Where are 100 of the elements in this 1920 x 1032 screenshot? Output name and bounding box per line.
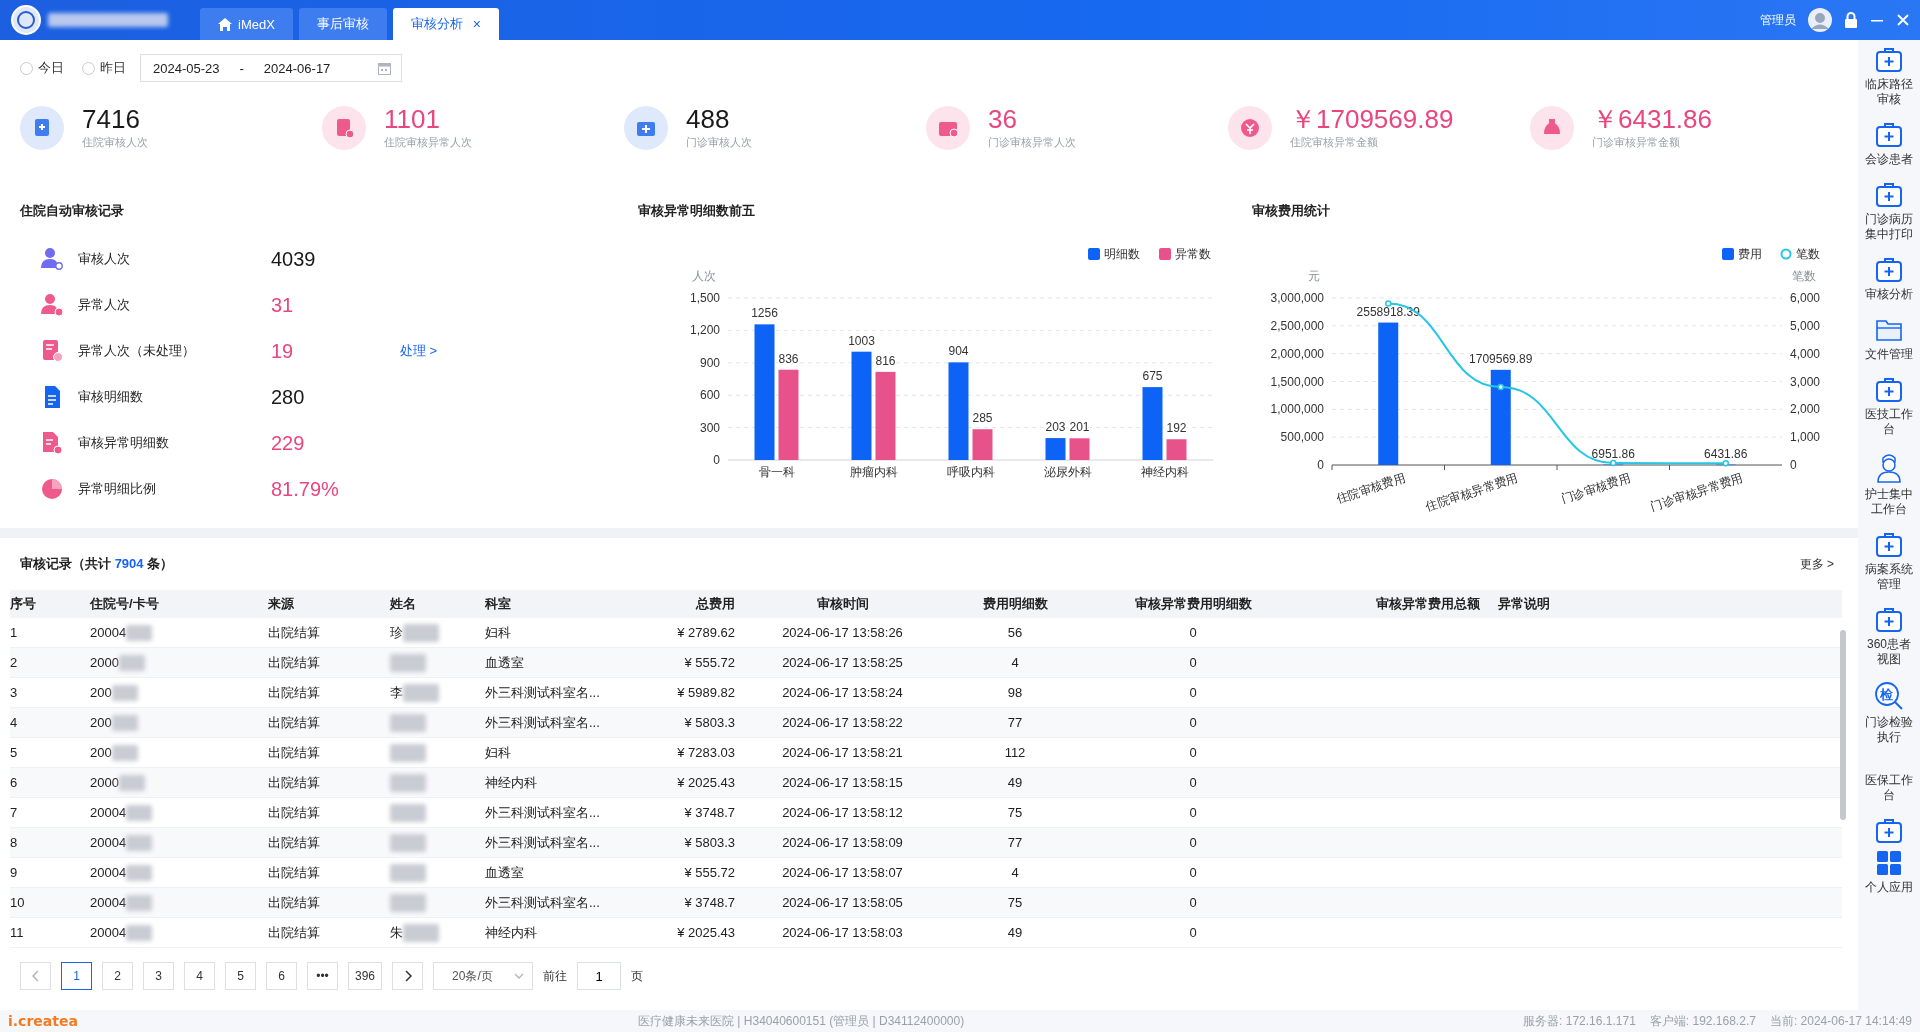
category-label: 住院审核异常费用 [1424, 470, 1520, 514]
axis-tick-label: 1,000 [1790, 430, 1821, 445]
table-cell-text: ¥ 2025.43 [676, 775, 735, 790]
table-cell-text: 妇科 [485, 743, 512, 762]
table-cell-text: 出院结算 [268, 653, 321, 672]
section-title: 审核记录（共计 7904 条） [20, 555, 174, 573]
table-cell-text: 10 [10, 895, 26, 910]
table-cell-text: 神经内科 [485, 773, 538, 792]
legend-label: 笔数 [1796, 247, 1820, 261]
column-header: 审核异常费用明细数 [1133, 595, 1253, 613]
column-header: 异常说明 [1497, 595, 1551, 613]
table-cell: 李 [390, 683, 403, 702]
stat-value: 488 [686, 104, 731, 134]
brand-logo: i.createa [8, 1013, 79, 1029]
data-label: 836 [778, 351, 799, 366]
axis-tick-label: 6,000 [1790, 291, 1821, 305]
table-cell: 200 [90, 745, 112, 760]
table-cell-text: 出院结算 [268, 713, 321, 732]
table-cell-text: 0 [1188, 625, 1198, 640]
table-cell-text: 2 [10, 655, 19, 670]
table-cell-text: 0 [1188, 805, 1198, 820]
table-cell-text: ¥ 2789.62 [676, 625, 735, 640]
table-cell-text: 75 [1006, 805, 1024, 820]
table-cell-text: 2024-06-17 13:58:09 [781, 835, 904, 850]
table-cell: 20004 [90, 925, 127, 940]
table-cell-text: 6 [10, 775, 19, 790]
goto-label: 前往 [543, 967, 568, 985]
data-label: 285 [972, 411, 993, 426]
panel-title: 住院自动审核记录 [20, 202, 125, 220]
category-label: 神经内科 [1140, 465, 1189, 479]
table-cell-text: 血透室 [485, 653, 525, 672]
category-label: 泌尿外科 [1043, 465, 1092, 479]
column-header: 审核异常费用总额 [1375, 595, 1480, 613]
stat-label: 异常明细比例 [78, 480, 157, 498]
table-cell-text: 112 [1003, 745, 1027, 760]
stat-label: 审核异常明细数 [78, 434, 170, 452]
axis-tick-label: 2,000,000 [1270, 346, 1324, 361]
column-header: 来源 [268, 595, 295, 613]
table-cell-text: 8 [10, 835, 19, 850]
table-cell: 朱 [390, 923, 403, 942]
table-cell-text: 出院结算 [268, 833, 321, 852]
stat-value: 7416 [82, 104, 141, 134]
data-label: 201 [1069, 420, 1090, 435]
axis-tick-label: 0 [713, 453, 720, 467]
table-cell-text: ¥ 7283.03 [676, 745, 735, 760]
table-cell: 20004 [90, 895, 127, 910]
table-cell-text: 2024-06-17 13:58:22 [781, 715, 904, 730]
category-label: 呼吸内科 [946, 465, 995, 479]
table-cell-text: 98 [1006, 685, 1024, 700]
table-cell-text: 2024-06-17 13:58:12 [781, 805, 904, 820]
stat-label: 审核人次 [78, 250, 131, 268]
table-cell-text: ¥ 3748.7 [683, 895, 735, 910]
axis-tick-label: 500,000 [1280, 430, 1324, 445]
axis-tick-label: 3,000 [1790, 374, 1821, 389]
data-label: 203 [1045, 420, 1066, 435]
axis-tick-label: 4,000 [1790, 346, 1821, 361]
stat-label: 异常人次 [78, 296, 131, 314]
table-cell: 200 [90, 685, 112, 700]
axis-tick-label: 1,000,000 [1270, 402, 1324, 417]
stat-value: 1101 [384, 104, 441, 134]
stat-value: 31 [271, 293, 295, 317]
data-label: 675 [1142, 369, 1163, 384]
stat-value: ￥1709569.89 [1290, 104, 1454, 134]
axis-tick-label: 5,000 [1790, 318, 1821, 333]
table-cell-text: 56 [1006, 625, 1024, 640]
table-cell-text: ¥ 2025.43 [676, 925, 735, 940]
data-label: 6431.86 [1704, 446, 1748, 461]
column-header: 科室 [485, 595, 512, 613]
stat-value: 19 [271, 339, 295, 363]
table-cell: 200 [90, 715, 112, 730]
column-header: 总费用 [694, 595, 735, 613]
table-cell-text: 出院结算 [268, 743, 321, 762]
table-cell-text: 49 [1006, 925, 1024, 940]
axis-tick-label: 300 [699, 420, 720, 435]
table-cell-text: 外三科测试科室名... [485, 683, 601, 702]
table-cell-text: 出院结算 [268, 923, 321, 942]
table-cell-text: ¥ 3748.7 [683, 805, 735, 820]
stat-label: 门诊审核异常人次 [988, 135, 1076, 150]
stat-label: 住院审核异常金额 [1290, 135, 1379, 150]
data-label: 904 [948, 344, 969, 359]
data-label: 1256 [751, 306, 778, 321]
table-cell-text: ¥ 5803.3 [683, 715, 735, 730]
table-cell-text: ¥ 555.72 [683, 865, 735, 880]
table-cell-text: 0 [1188, 745, 1198, 760]
table-cell-text: 2024-06-17 13:58:15 [781, 775, 904, 790]
table-cell-text: 外三科测试科室名... [485, 833, 601, 852]
data-label: 192 [1166, 421, 1187, 436]
axis-tick-label: 900 [699, 355, 720, 370]
table-cell-text: 2024-06-17 13:58:21 [781, 745, 904, 760]
column-header: 费用明细数 [981, 595, 1049, 613]
axis-title: 人次 [692, 269, 716, 283]
stat-label: 门诊审核异常金额 [1592, 135, 1681, 150]
data-label: 1003 [848, 333, 875, 348]
axis-tick-label: 0 [1317, 458, 1324, 472]
table-cell-text: 妇科 [485, 623, 512, 642]
table-cell: 20004 [90, 835, 127, 850]
legend-label: 异常数 [1175, 247, 1211, 261]
column-header: 审核时间 [815, 595, 870, 613]
table-cell: 2000 [90, 775, 119, 790]
user-name: 管理员 [1760, 11, 1796, 29]
